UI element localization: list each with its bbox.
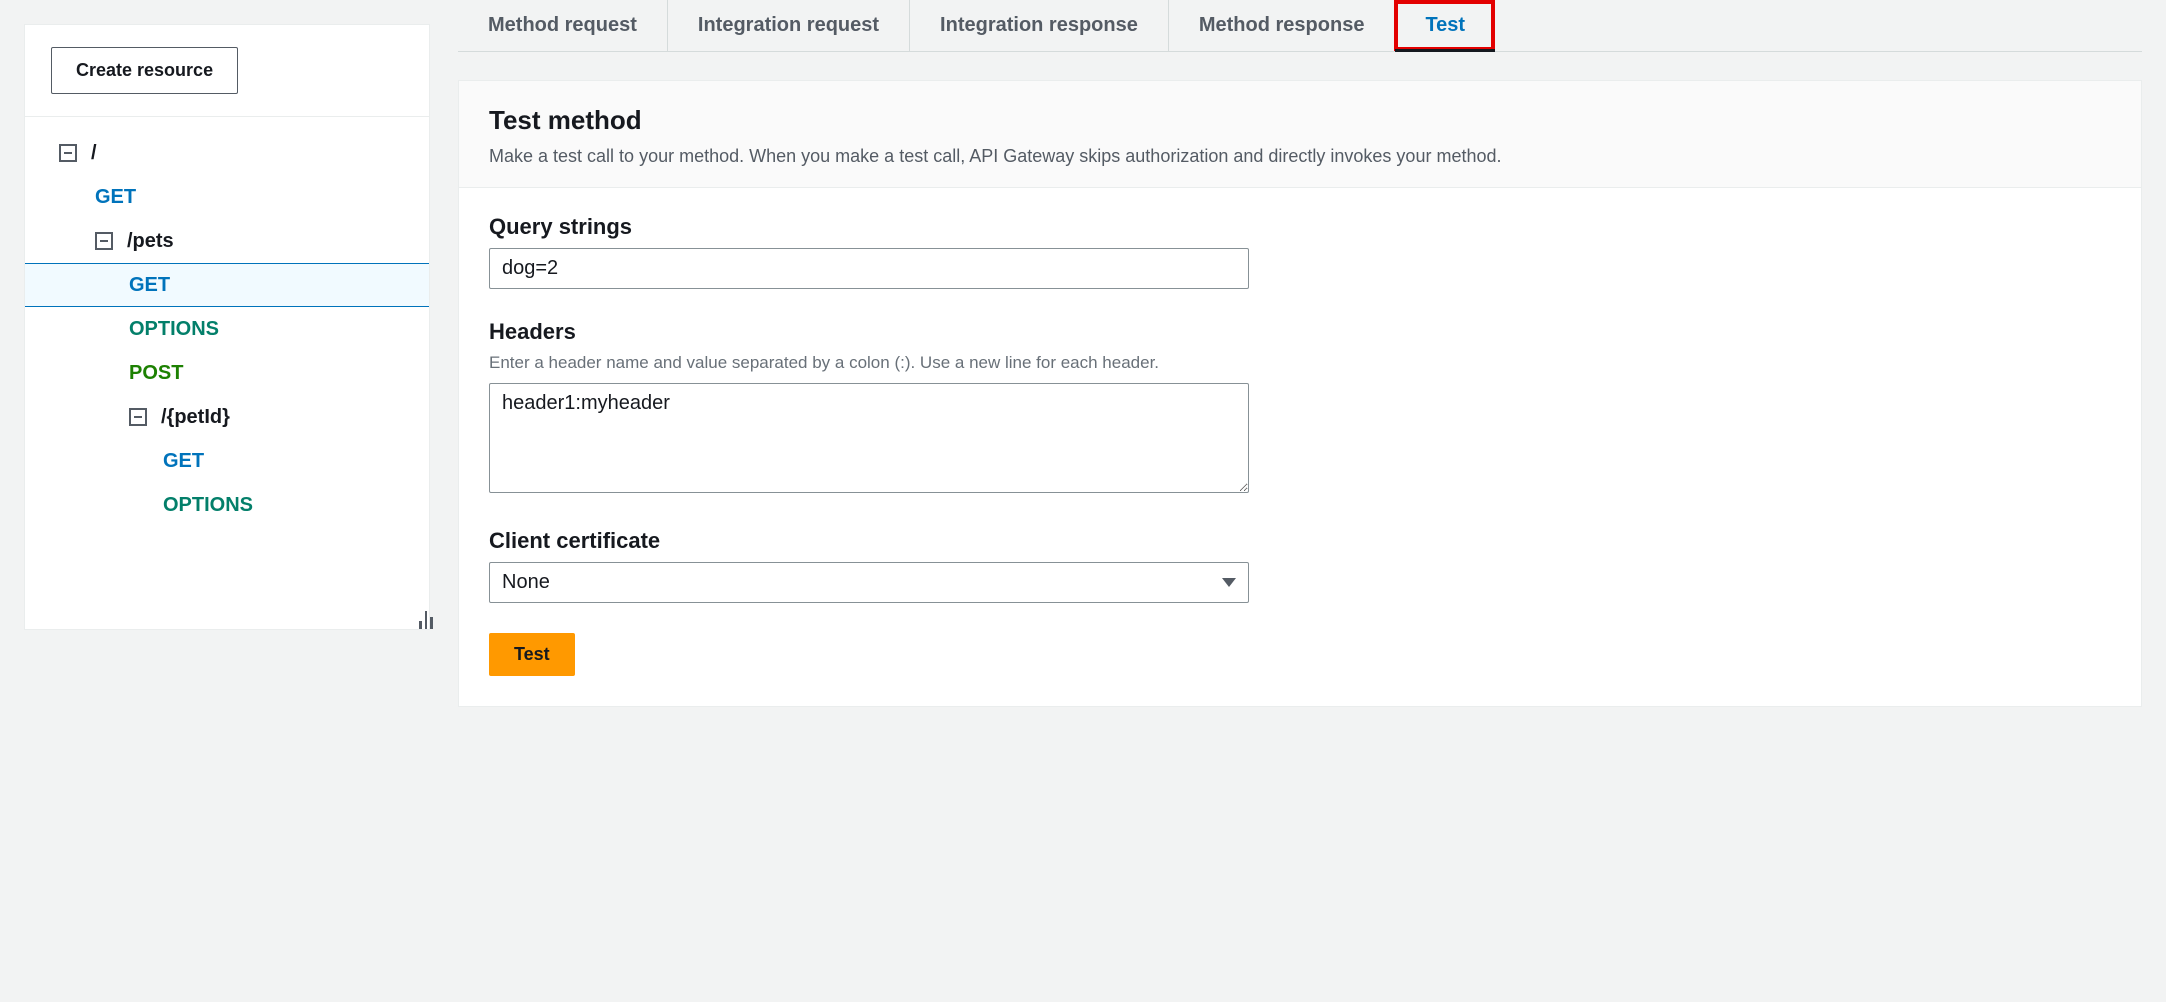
tab-integration-request[interactable]: Integration request (667, 0, 909, 51)
collapse-icon[interactable] (59, 144, 77, 162)
main-content: Method request Integration request Integ… (430, 0, 2166, 1002)
tree-node-petid-get[interactable]: GET (25, 439, 429, 483)
headers-input[interactable] (489, 383, 1249, 493)
resize-handle-icon[interactable] (419, 601, 433, 629)
tree-node-pets-post[interactable]: POST (25, 351, 429, 395)
tab-test[interactable]: Test (1394, 0, 1495, 51)
panel-description: Make a test call to your method. When yo… (489, 146, 2111, 167)
tab-method-response[interactable]: Method response (1168, 0, 1395, 51)
query-strings-label: Query strings (489, 214, 1249, 240)
http-method-label: GET (163, 450, 204, 473)
tree-node-label: / (91, 142, 97, 165)
test-method-panel: Test method Make a test call to your met… (458, 80, 2142, 707)
tree-node-label: /{petId} (161, 406, 230, 429)
resource-tree: / GET /pets GET OPTIONS POST (25, 117, 429, 547)
tree-node-petid-options[interactable]: OPTIONS (25, 483, 429, 527)
create-resource-button[interactable]: Create resource (51, 47, 238, 94)
tree-node-root-get[interactable]: GET (25, 175, 429, 219)
tab-integration-response[interactable]: Integration response (909, 0, 1168, 51)
tree-node-pets-options[interactable]: OPTIONS (25, 307, 429, 351)
query-strings-input[interactable] (489, 248, 1249, 289)
tree-node-root[interactable]: / (25, 131, 429, 175)
tree-node-pets-get[interactable]: GET (25, 263, 429, 307)
headers-hint: Enter a header name and value separated … (489, 353, 1249, 373)
http-method-label: GET (129, 274, 170, 297)
panel-title: Test method (489, 105, 2111, 136)
http-method-label: OPTIONS (129, 318, 219, 341)
collapse-icon[interactable] (129, 408, 147, 426)
tab-method-request[interactable]: Method request (458, 0, 667, 51)
tree-node-petid[interactable]: /{petId} (25, 395, 429, 439)
chevron-down-icon (1222, 578, 1236, 587)
tree-node-label: /pets (127, 230, 174, 253)
method-tabs: Method request Integration request Integ… (458, 0, 2142, 52)
http-method-label: OPTIONS (163, 494, 253, 517)
test-button[interactable]: Test (489, 633, 575, 676)
client-certificate-value: None (502, 571, 550, 594)
collapse-icon[interactable] (95, 232, 113, 250)
http-method-label: GET (95, 186, 136, 209)
sidebar: Create resource / GET /pets GET (0, 0, 430, 1002)
http-method-label: POST (129, 362, 183, 385)
headers-label: Headers (489, 319, 1249, 345)
client-certificate-select[interactable]: None (489, 562, 1249, 603)
client-certificate-label: Client certificate (489, 528, 1249, 554)
tree-node-pets[interactable]: /pets (25, 219, 429, 263)
